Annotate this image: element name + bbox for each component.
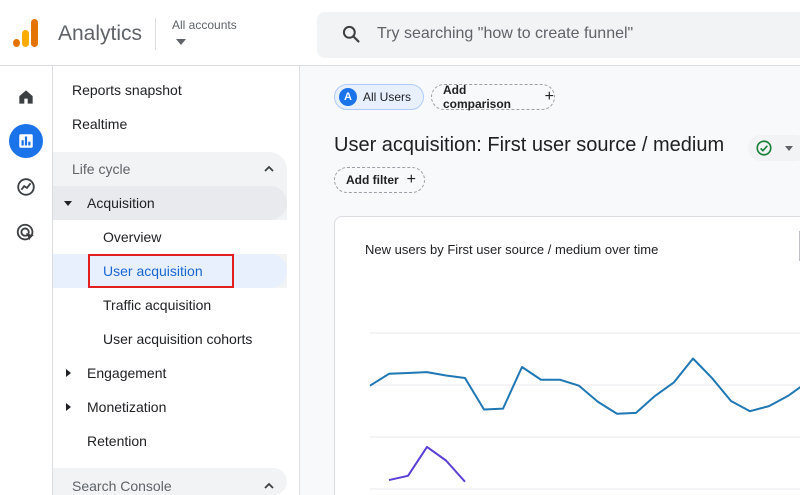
plus-icon: + <box>544 88 554 105</box>
series-line-2[interactable] <box>388 445 466 483</box>
add-filter-button[interactable]: Add filter + <box>334 167 425 193</box>
all-users-chip[interactable]: A All Users <box>334 84 424 110</box>
left-rail <box>0 66 53 495</box>
caret-right-icon <box>66 403 71 411</box>
caret-down-icon <box>785 145 793 151</box>
advertising-icon[interactable] <box>9 216 43 250</box>
chevron-up-icon <box>264 165 274 172</box>
top-bar: Analytics All accounts Try searching "ho… <box>0 0 800 66</box>
add-comparison-button[interactable]: Add comparison + <box>431 83 555 111</box>
chevron-up-icon <box>264 482 274 489</box>
account-dropdown-caret-icon[interactable] <box>176 39 186 45</box>
nav-acquisition-label: Acquisition <box>87 195 155 211</box>
nav-user-acquisition[interactable]: User acquisition <box>53 254 287 288</box>
caret-right-icon <box>66 369 71 377</box>
check-circle-icon <box>756 140 772 156</box>
report-main: A All Users Add comparison + User acquis… <box>300 66 800 495</box>
all-users-label: All Users <box>363 90 412 104</box>
home-icon[interactable] <box>9 80 43 114</box>
search-icon <box>342 25 360 43</box>
nav-reports-snapshot[interactable]: Reports snapshot <box>72 73 182 107</box>
series-line-1[interactable] <box>369 357 800 415</box>
nav-overview[interactable]: Overview <box>53 220 287 254</box>
reports-navigation: Reports snapshot Realtime Life cycle Acq… <box>53 66 300 495</box>
nav-user-acquisition-cohorts[interactable]: User acquisition cohorts <box>53 322 252 356</box>
analytics-logo[interactable] <box>13 19 39 47</box>
caret-down-icon <box>64 201 72 206</box>
plus-icon: + <box>406 171 417 188</box>
reports-icon[interactable] <box>9 124 43 158</box>
nav-realtime[interactable]: Realtime <box>72 107 127 141</box>
page-title: User acquisition: First user source / me… <box>334 134 725 156</box>
search-console-header[interactable]: Search Console <box>53 469 287 495</box>
nav-engagement-label: Engagement <box>87 365 167 381</box>
nav-engagement[interactable]: Engagement <box>53 356 287 390</box>
life-cycle-header[interactable]: Life cycle <box>53 152 287 186</box>
header-divider <box>155 18 156 50</box>
line-chart[interactable] <box>335 217 800 495</box>
search-input[interactable]: Try searching "how to create funnel" <box>377 25 633 43</box>
nav-retention[interactable]: Retention <box>53 424 147 458</box>
search-bar[interactable]: Try searching "how to create funnel" <box>317 12 800 58</box>
add-comparison-label: Add comparison <box>443 83 512 111</box>
app-title: Analytics <box>58 22 143 45</box>
nav-acquisition[interactable]: Acquisition <box>53 186 287 220</box>
nav-monetization-label: Monetization <box>87 399 167 415</box>
chart-card: New users by First user source / medium … <box>334 216 800 495</box>
account-selector-label[interactable]: All accounts <box>172 18 237 32</box>
comparison-avatar: A <box>339 88 357 106</box>
nav-traffic-acquisition[interactable]: Traffic acquisition <box>53 288 287 322</box>
add-filter-label: Add filter <box>346 173 399 187</box>
search-console-title: Search Console <box>72 478 172 494</box>
life-cycle-title: Life cycle <box>72 161 131 177</box>
report-status-dropdown[interactable] <box>748 135 800 161</box>
explore-icon[interactable] <box>9 170 43 204</box>
nav-monetization[interactable]: Monetization <box>53 390 287 424</box>
